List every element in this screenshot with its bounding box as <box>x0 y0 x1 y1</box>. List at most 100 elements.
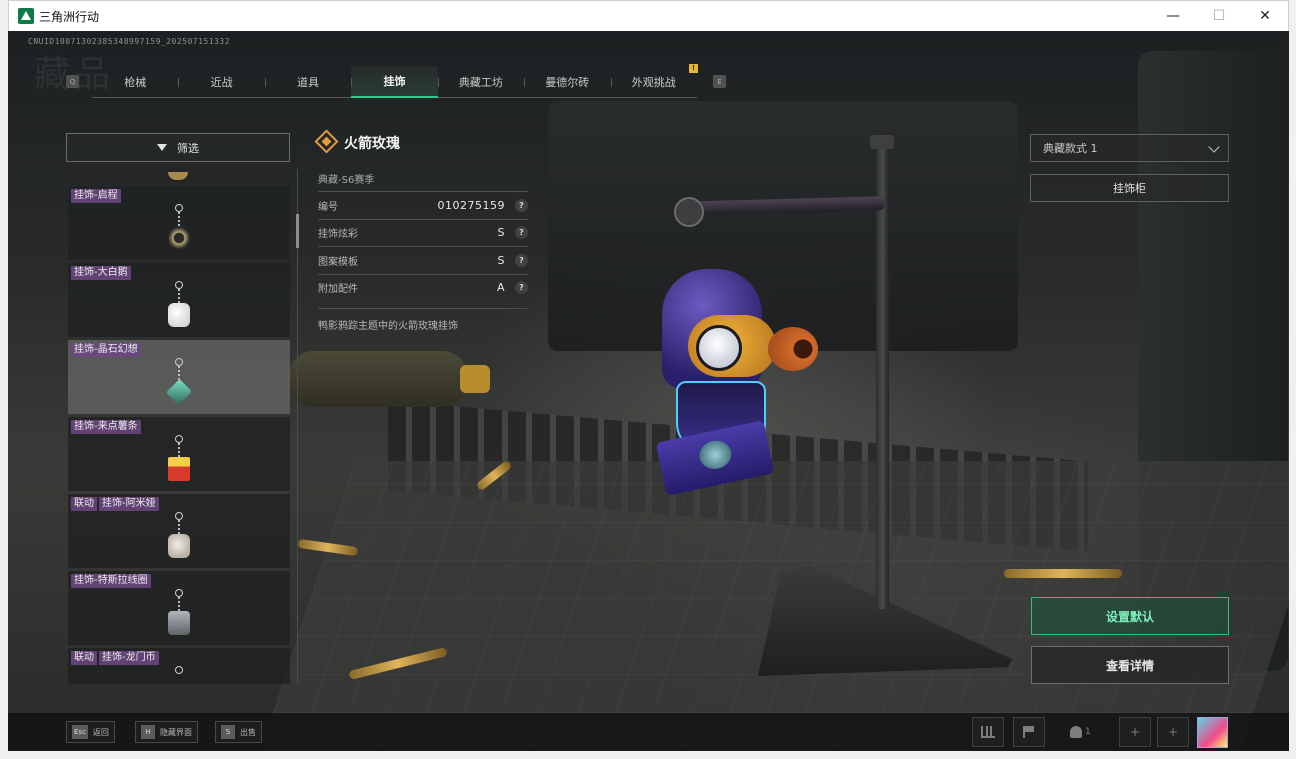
maximize-button[interactable]: ☐ <box>1196 1 1242 31</box>
item-name-tag: 挂饰-大白鹅 <box>71 266 131 280</box>
notification-badge: ! <box>689 64 698 73</box>
item-name-tag: 挂饰-龙门币 <box>99 651 159 665</box>
charm-thumbnail-icon <box>165 358 193 408</box>
view-details-button[interactable]: 查看详情 <box>1031 646 1229 684</box>
item-name-tag: 挂饰-特斯拉线圈 <box>71 574 151 588</box>
next-tab-key[interactable]: E <box>713 75 726 88</box>
charm-list[interactable]: 挂饰-启程 挂饰-大白鹅 挂饰-晶石幻想 挂饰-来点薯条 联动 挂饰-阿米娅 挂饰… <box>68 169 290 684</box>
tab-mandel-brick[interactable]: 曼德尔砖 <box>524 66 610 98</box>
tab-melee[interactable]: 近战 <box>178 66 264 98</box>
attribute-row: 图案模板 S ? <box>318 246 528 274</box>
charm-thumbnail-icon <box>166 435 192 485</box>
list-item[interactable]: 联动 挂饰-龙门币 <box>68 648 290 684</box>
charm-3d-model[interactable] <box>632 263 822 523</box>
prev-tab-key[interactable]: Q <box>66 75 79 88</box>
key-h: H <box>141 725 155 739</box>
item-attributes: 编号 010275159 ? 挂饰炫彩 S ? 图案模板 S ? 附加配件 A … <box>318 191 528 301</box>
list-item[interactable]: 挂饰-来点薯条 <box>68 417 290 491</box>
friends-button[interactable]: 1 <box>1070 717 1091 747</box>
background-bullet <box>1004 569 1122 578</box>
charm-cabinet-button[interactable]: 挂饰柜 <box>1030 174 1229 202</box>
chevron-down-icon <box>1208 141 1220 153</box>
tab-items[interactable]: 道具 <box>264 66 351 98</box>
app-logo-icon <box>18 8 34 24</box>
help-icon[interactable]: ? <box>515 281 528 295</box>
stats-button[interactable] <box>972 717 1004 747</box>
attribute-value: S <box>497 226 505 240</box>
style-select[interactable]: 典藏款式 1 <box>1030 134 1229 162</box>
collab-tag: 联动 <box>71 497 97 511</box>
list-item-selected[interactable]: 挂饰-晶石幻想 <box>68 340 290 414</box>
sell-hint[interactable]: S 出售 <box>215 721 262 743</box>
hint-label: 隐藏界面 <box>160 727 192 737</box>
help-icon[interactable]: ? <box>515 198 528 212</box>
minimize-button[interactable]: — <box>1150 1 1196 31</box>
charm-thumbnail-icon <box>166 512 192 562</box>
item-name-tag: 挂饰-启程 <box>71 189 121 203</box>
display-stand-cap <box>870 135 894 149</box>
item-name-tag: 挂饰-来点薯条 <box>71 420 141 434</box>
attribute-row: 挂饰炫彩 S ? <box>318 218 528 247</box>
set-default-button[interactable]: 设置默认 <box>1031 597 1229 635</box>
game-viewport: 藏品 CNUID10071302385348997159_20250715133… <box>8 31 1289 751</box>
filter-label: 筛选 <box>177 141 199 155</box>
key-esc: Esc <box>72 725 88 739</box>
key-s: S <box>221 725 235 739</box>
hint-label: 返回 <box>92 727 109 737</box>
hide-ui-hint[interactable]: H 隐藏界面 <box>135 721 198 743</box>
avatar[interactable] <box>1197 717 1228 748</box>
flag-icon <box>1023 726 1035 738</box>
tab-collection-workshop[interactable]: 典藏工坊 <box>437 66 524 98</box>
rarity-diamond-icon <box>314 129 339 154</box>
style-select-value: 典藏款式 1 <box>1043 142 1098 155</box>
attribute-value: S <box>497 253 505 267</box>
list-item[interactable]: 挂饰-特斯拉线圈 <box>68 571 290 645</box>
attribute-key: 挂饰炫彩 <box>318 229 358 241</box>
attribute-key: 附加配件 <box>318 284 358 296</box>
flag-button[interactable] <box>1013 717 1045 747</box>
attribute-value: 010275159 <box>437 198 505 212</box>
hint-label: 出售 <box>240 727 256 737</box>
background-window-edge <box>0 300 8 560</box>
list-item[interactable]: 联动 挂饰-阿米娅 <box>68 494 290 568</box>
friends-count: 1 <box>1085 727 1091 737</box>
close-button[interactable]: ✕ <box>1242 1 1288 31</box>
list-scrollbar-thumb[interactable] <box>296 214 299 248</box>
charm-thumbnail-icon <box>166 281 192 331</box>
bar-chart-icon <box>981 726 995 738</box>
bottom-bar <box>8 713 1289 751</box>
user-id-label: CNUID10071302385348997159_202507151332 <box>28 37 231 46</box>
item-title: 火箭玫瑰 <box>344 136 400 152</box>
help-icon[interactable]: ? <box>515 226 528 240</box>
window-title: 三角洲行动 <box>39 10 100 24</box>
tab-charms[interactable]: 挂饰 <box>351 66 438 98</box>
item-season: 典藏-S6赛季 <box>318 175 375 186</box>
filter-icon <box>157 144 167 151</box>
item-description: 鸭影鸦踪主题中的火箭玫瑰挂饰 <box>318 308 528 332</box>
list-item[interactable]: 挂饰-启程 <box>68 186 290 260</box>
item-name-tag: 挂饰-晶石幻想 <box>71 343 141 357</box>
attribute-row: 附加配件 A ? <box>318 273 528 302</box>
display-stand-knob <box>674 197 704 227</box>
attribute-row: 编号 010275159 ? <box>318 191 528 219</box>
collab-tag: 联动 <box>71 651 97 665</box>
tab-guns[interactable]: 枪械 <box>92 66 178 98</box>
add-slot-button[interactable]: + <box>1119 717 1151 747</box>
list-item[interactable]: 挂饰-大白鹅 <box>68 263 290 337</box>
item-name-tag: 挂饰-阿米娅 <box>99 497 159 511</box>
add-slot-button[interactable]: + <box>1157 717 1189 747</box>
back-hint[interactable]: Esc 返回 <box>66 721 115 743</box>
category-tabs: 枪械 近战 道具 挂饰 典藏工坊 曼德尔砖 外观挑战 <box>92 66 697 98</box>
charm-thumbnail-icon <box>166 589 192 639</box>
attribute-value: A <box>496 281 505 295</box>
window-titlebar: 三角洲行动 — ☐ ✕ <box>8 0 1289 31</box>
attribute-key: 编号 <box>318 201 338 213</box>
background-bottle <box>288 351 490 407</box>
tab-appearance-challenge[interactable]: 外观挑战 <box>610 66 697 98</box>
charm-thumbnail-icon <box>166 204 192 254</box>
list-item-partial[interactable] <box>68 169 290 183</box>
filter-button[interactable]: 筛选 <box>66 133 290 162</box>
charm-thumbnail-icon <box>166 666 192 684</box>
help-icon[interactable]: ? <box>515 253 528 267</box>
attribute-key: 图案模板 <box>318 256 358 268</box>
